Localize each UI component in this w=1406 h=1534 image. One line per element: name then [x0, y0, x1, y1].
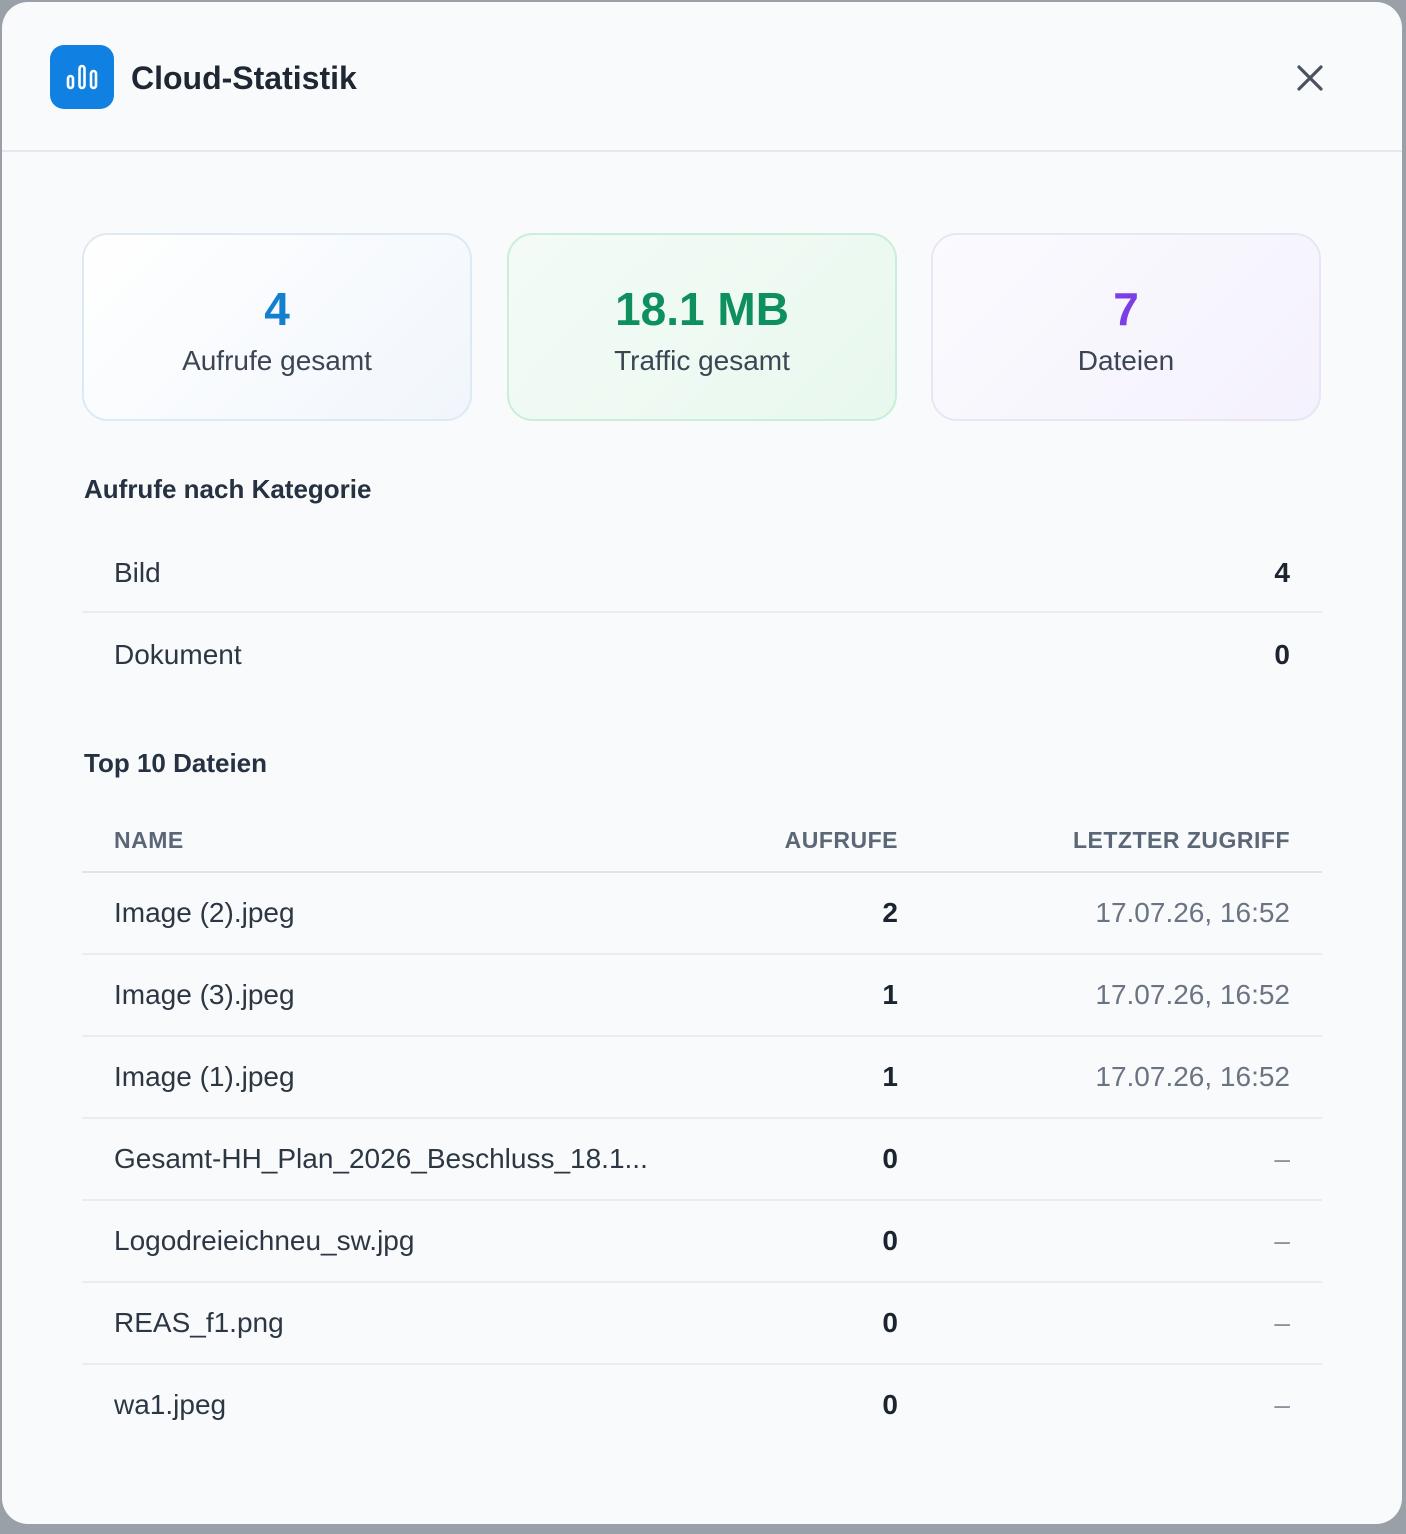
file-last-access: 17.07.26, 16:52: [1095, 897, 1290, 928]
file-last-access: 17.07.26, 16:52: [1095, 1061, 1290, 1092]
table-row: Gesamt-HH_Plan_2026_Beschluss_18.1... 0 …: [82, 1119, 1322, 1201]
file-calls: 0: [882, 1307, 898, 1338]
stat-card-total-traffic: 18.1 MB Traffic gesamt: [507, 233, 897, 421]
table-row: Image (1).jpeg 1 17.07.26, 16:52: [82, 1037, 1322, 1119]
file-last-access: –: [1274, 1225, 1290, 1256]
file-name: REAS_f1.png: [114, 1307, 284, 1338]
file-last-access: –: [1274, 1389, 1290, 1420]
file-calls: 0: [882, 1389, 898, 1420]
stat-value: 7: [1113, 283, 1139, 335]
category-count: 0: [1274, 639, 1290, 670]
dialog-title: Cloud-Statistik: [131, 60, 357, 96]
category-name: Bild: [114, 557, 161, 588]
table-header: NAME AUFRUFE LETZTER ZUGRIFF: [82, 805, 1322, 873]
close-icon: [1297, 65, 1323, 91]
file-name: Logodreieichneu_sw.jpg: [114, 1225, 415, 1256]
column-header-last-access: LETZTER ZUGRIFF: [1072, 827, 1290, 853]
file-name: Image (1).jpeg: [114, 1061, 295, 1092]
stat-label: Dateien: [1077, 345, 1175, 376]
close-button[interactable]: [1286, 54, 1334, 102]
file-last-access: 17.07.26, 16:52: [1095, 979, 1290, 1010]
table-row: Image (3).jpeg 1 17.07.26, 16:52: [82, 955, 1322, 1037]
stat-label: Traffic gesamt: [614, 345, 790, 376]
categories-heading: Aufrufe nach Kategorie: [84, 474, 372, 504]
category-name: Dokument: [114, 639, 242, 670]
stat-value: 4: [264, 283, 290, 335]
category-row: Bild 4: [82, 533, 1322, 613]
file-calls: 0: [882, 1225, 898, 1256]
file-name: Gesamt-HH_Plan_2026_Beschluss_18.1...: [114, 1143, 648, 1174]
file-name: Image (2).jpeg: [114, 897, 295, 928]
table-row: REAS_f1.png 0 –: [82, 1283, 1322, 1365]
stat-label: Aufrufe gesamt: [182, 345, 372, 376]
file-calls: 2: [882, 897, 898, 928]
table-row: wa1.jpeg 0 –: [82, 1365, 1322, 1447]
stat-value: 18.1 MB: [615, 283, 789, 335]
table-row: Image (2).jpeg 2 17.07.26, 16:52: [82, 873, 1322, 955]
file-calls: 1: [882, 1061, 898, 1092]
file-name: Image (3).jpeg: [114, 979, 295, 1010]
file-calls: 1: [882, 979, 898, 1010]
column-header-name: NAME: [114, 827, 184, 853]
file-last-access: –: [1274, 1143, 1290, 1174]
table-row: Logodreieichneu_sw.jpg 0 –: [82, 1201, 1322, 1283]
column-header-calls: AUFRUFE: [784, 827, 898, 853]
file-last-access: –: [1274, 1307, 1290, 1338]
stat-card-files: 7 Dateien: [931, 233, 1321, 421]
top-files-heading: Top 10 Dateien: [84, 748, 268, 778]
summary-cards: 4 Aufrufe gesamt 18.1 MB Traffic gesamt …: [82, 233, 1322, 421]
dialog-header: Cloud-Statistik: [2, 2, 1402, 152]
category-row: Dokument 0: [82, 615, 1322, 695]
file-calls: 0: [882, 1143, 898, 1174]
stat-card-total-calls: 4 Aufrufe gesamt: [82, 233, 472, 421]
bar-chart-icon: [50, 45, 114, 109]
file-name: wa1.jpeg: [114, 1389, 227, 1420]
category-count: 4: [1274, 557, 1290, 588]
statistics-dialog: Cloud-Statistik 4 Aufrufe gesamt 18.1 MB…: [2, 2, 1402, 1524]
